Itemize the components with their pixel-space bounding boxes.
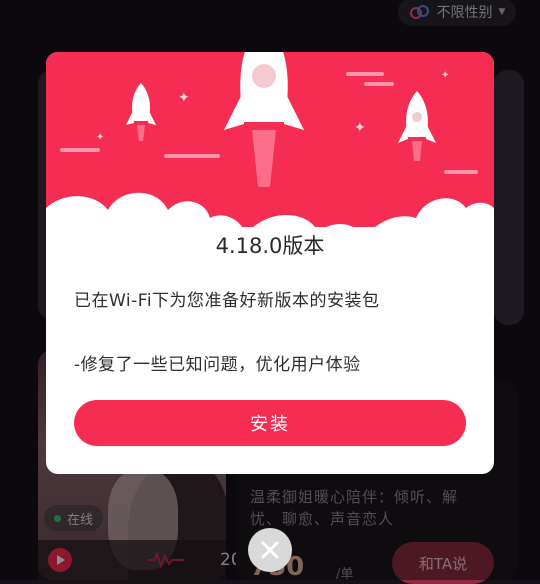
close-icon xyxy=(261,541,279,559)
rocket-icon xyxy=(126,83,156,141)
sparkle-icon: ✦ xyxy=(441,70,450,81)
release-note-line: 已在Wi-Fi下为您准备好新版本的安装包 xyxy=(74,291,380,311)
install-button[interactable]: 安装 xyxy=(74,400,466,446)
version-title: 4.18.0版本 xyxy=(215,234,325,258)
dialog-header-illustration: ✦ ✦ ✦ ✦ xyxy=(46,52,494,227)
sparkle-icon: ✦ xyxy=(178,90,190,106)
close-dialog-button[interactable] xyxy=(248,528,292,572)
cloud-streak xyxy=(346,72,384,76)
sparkle-icon: ✦ xyxy=(354,120,366,136)
cloud-streak xyxy=(364,82,394,86)
cloud-shape xyxy=(46,192,494,227)
release-note-line: -修复了一些已知问题，优化用户体验 xyxy=(74,355,361,375)
release-notes: 已在Wi-Fi下为您准备好新版本的安装包 -修复了一些已知问题，优化用户体验 xyxy=(74,284,474,382)
update-dialog: ✦ ✦ ✦ ✦ 4.18.0版本 已在Wi-Fi下为您准备好新版本的安装包 -修… xyxy=(46,52,494,474)
